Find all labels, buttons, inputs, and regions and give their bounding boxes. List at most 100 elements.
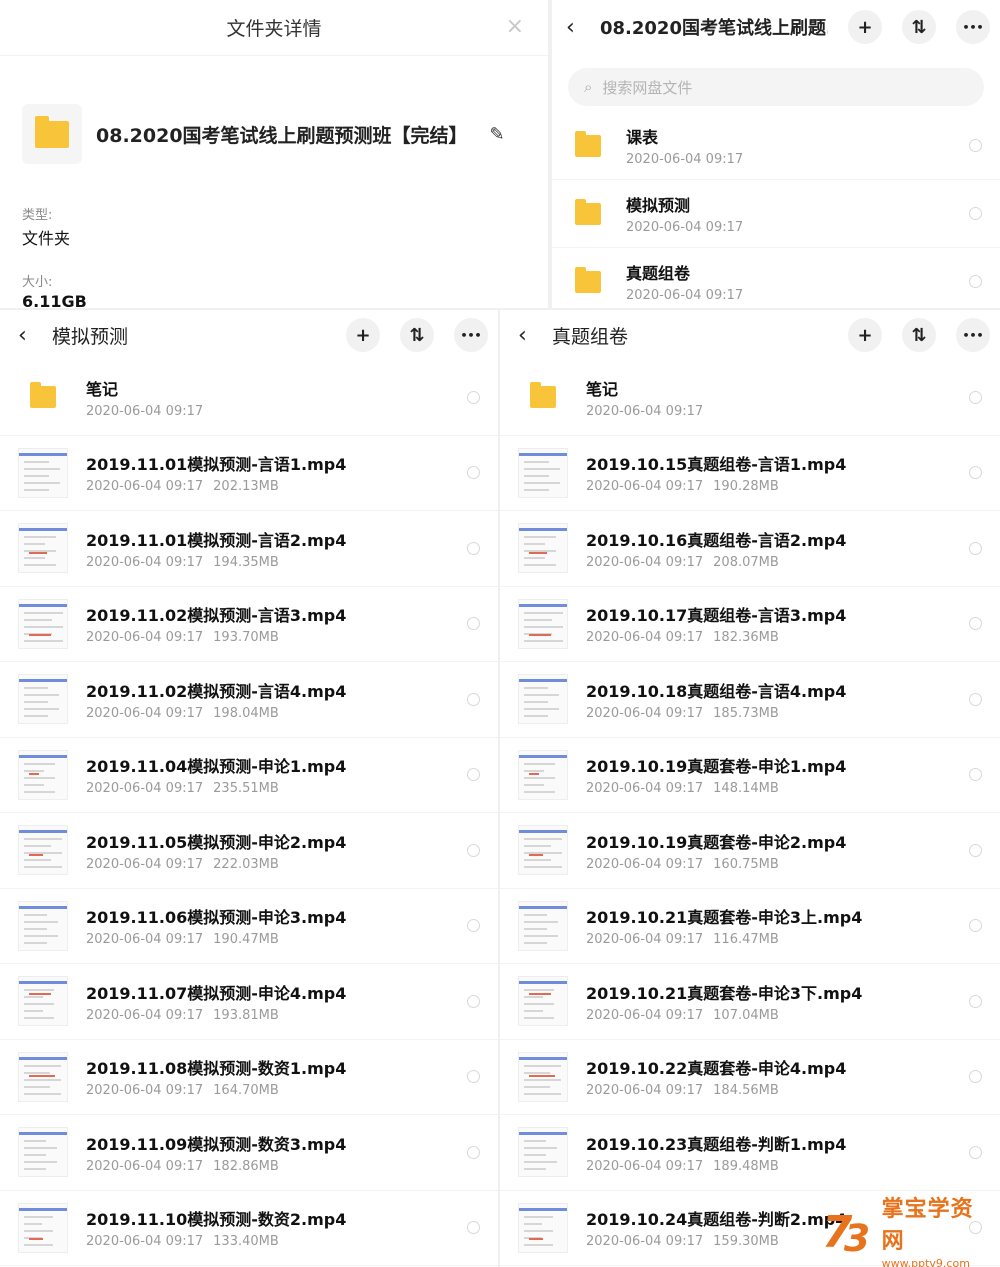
folder-row[interactable]: 模拟预测 2020-06-04 09:17 <box>552 180 1000 248</box>
folder-row[interactable]: 真题组卷 2020-06-04 09:17 <box>552 248 1000 308</box>
item-meta: 2020-06-04 09:17 193.81MB <box>86 1008 467 1023</box>
select-radio[interactable] <box>969 1070 982 1084</box>
folder-row[interactable]: 课表 2020-06-04 09:17 <box>552 112 1000 180</box>
edit-icon[interactable]: ✎ <box>490 124 505 145</box>
item-date: 2020-06-04 09:17 <box>586 479 704 495</box>
select-radio[interactable] <box>467 919 480 933</box>
item-date: 2020-06-04 09:17 <box>586 932 704 948</box>
select-radio[interactable] <box>969 843 982 857</box>
select-radio[interactable] <box>467 466 480 480</box>
select-radio[interactable] <box>969 994 982 1008</box>
item-name: 2019.11.02模拟预测-言语3.mp4 <box>86 606 347 626</box>
size-value: 6.11GB <box>22 292 87 308</box>
file-row[interactable]: 2019.11.04模拟预测-申论1.mp4 2020-06-04 09:17 23… <box>0 738 498 813</box>
sort-button[interactable]: ⇅ <box>902 318 936 352</box>
select-radio[interactable] <box>467 1070 480 1084</box>
item-date: 2020-06-04 09:17 <box>626 288 744 303</box>
file-row[interactable]: 2019.11.06模拟预测-申论3.mp4 2020-06-04 09:17 19… <box>0 889 498 964</box>
svg-text:3: 3 <box>844 1216 870 1259</box>
file-row[interactable]: 2019.10.21真题套卷-申论3下.mp4 2020-06-04 09:17 1… <box>500 964 1000 1040</box>
video-thumbnail <box>18 674 68 725</box>
select-radio[interactable] <box>969 1145 982 1159</box>
size-label: 大小: <box>22 275 53 290</box>
file-row[interactable]: 2019.10.19真题套卷-申论2.mp4 2020-06-04 09:17 16… <box>500 813 1000 889</box>
search-placeholder: 搜索网盘文件 <box>602 78 693 97</box>
folder-icon <box>568 262 608 302</box>
select-radio[interactable] <box>969 275 982 288</box>
file-row[interactable]: 2019.10.18真题组卷-言语4.mp4 2020-06-04 09:17 18… <box>500 662 1000 738</box>
real-exam-file-list: 笔记 2020-06-04 09:17 2019.10.15真题组卷-言语1.mp4… <box>500 360 1000 1266</box>
detail-folder-row: 08.2020国考笔试线上刷题预测班【完结】 ✎ <box>0 56 548 182</box>
file-row[interactable]: 2019.11.02模拟预测-言语3.mp4 2020-06-04 09:17 19… <box>0 587 498 662</box>
search-input[interactable]: ⌕ 搜索网盘文件 <box>568 68 984 106</box>
item-meta: 2020-06-04 09:17 190.28MB <box>586 479 969 494</box>
file-row[interactable]: 2019.11.01模拟预测-言语1.mp4 2020-06-04 09:17 20… <box>0 436 498 511</box>
file-row[interactable]: 2019.10.19真题套卷-申论1.mp4 2020-06-04 09:17 14… <box>500 738 1000 813</box>
select-radio[interactable] <box>467 390 480 404</box>
video-thumbnail <box>518 523 568 574</box>
panel-divider <box>498 310 500 1267</box>
more-button[interactable]: ••• <box>956 10 990 44</box>
add-button[interactable]: + <box>848 10 882 44</box>
select-radio[interactable] <box>969 139 982 152</box>
file-row[interactable]: 2019.10.16真题组卷-言语2.mp4 2020-06-04 09:17 20… <box>500 511 1000 587</box>
file-row[interactable]: 2019.11.10模拟预测-数资2.mp4 2020-06-04 09:17 13… <box>0 1191 498 1266</box>
video-thumbnail <box>518 976 568 1027</box>
select-radio[interactable] <box>969 207 982 220</box>
detail-header: 文件夹详情 × <box>0 0 548 56</box>
select-radio[interactable] <box>467 692 480 706</box>
sort-button[interactable]: ⇅ <box>400 318 434 352</box>
item-name: 2019.10.19真题套卷-申论1.mp4 <box>586 757 847 777</box>
file-row[interactable]: 2019.11.07模拟预测-申论4.mp4 2020-06-04 09:17 19… <box>0 964 498 1040</box>
video-thumbnail <box>18 1127 68 1178</box>
item-meta: 2020-06-04 09:17 107.04MB <box>586 1008 969 1023</box>
select-radio[interactable] <box>467 768 480 782</box>
select-radio[interactable] <box>467 1145 480 1159</box>
file-row[interactable]: 2019.11.08模拟预测-数资1.mp4 2020-06-04 09:17 16… <box>0 1040 498 1115</box>
back-icon[interactable]: ‹ <box>566 15 592 40</box>
select-radio[interactable] <box>969 390 982 404</box>
item-meta: 2020-06-04 09:17 208.07MB <box>586 555 969 570</box>
video-thumbnail <box>18 900 68 951</box>
select-radio[interactable] <box>467 1221 480 1235</box>
sort-button[interactable]: ⇅ <box>902 10 936 44</box>
file-row[interactable]: 2019.11.09模拟预测-数资3.mp4 2020-06-04 09:17 18… <box>0 1115 498 1191</box>
item-name: 2019.11.10模拟预测-数资2.mp4 <box>86 1210 347 1230</box>
folder-row[interactable]: 笔记 2020-06-04 09:17 <box>0 360 498 436</box>
back-icon[interactable]: ‹ <box>518 323 544 348</box>
select-radio[interactable] <box>467 994 480 1008</box>
item-date: 2020-06-04 09:17 <box>86 403 204 419</box>
panel-divider <box>548 0 552 308</box>
folder-icon <box>518 372 568 422</box>
file-row[interactable]: 2019.10.15真题组卷-言语1.mp4 2020-06-04 09:17 19… <box>500 436 1000 511</box>
item-meta: 2020-06-04 09:17 202.13MB <box>86 479 467 494</box>
item-size: 133.40MB <box>213 1234 279 1250</box>
select-radio[interactable] <box>467 541 480 555</box>
file-row[interactable]: 2019.10.21真题套卷-申论3上.mp4 2020-06-04 09:17 1… <box>500 889 1000 964</box>
file-row[interactable]: 2019.10.22真题套卷-申论4.mp4 2020-06-04 09:17 18… <box>500 1040 1000 1115</box>
add-button[interactable]: + <box>346 318 380 352</box>
mock-test-header: ‹ 模拟预测 + ⇅ ••• <box>0 310 498 360</box>
select-radio[interactable] <box>467 617 480 631</box>
more-button[interactable]: ••• <box>454 318 488 352</box>
select-radio[interactable] <box>467 843 480 857</box>
select-radio[interactable] <box>969 617 982 631</box>
select-radio[interactable] <box>969 919 982 933</box>
file-row[interactable]: 2019.10.17真题组卷-言语3.mp4 2020-06-04 09:17 18… <box>500 587 1000 662</box>
file-row[interactable]: 2019.11.05模拟预测-申论2.mp4 2020-06-04 09:17 22… <box>0 813 498 889</box>
select-radio[interactable] <box>969 768 982 782</box>
select-radio[interactable] <box>969 541 982 555</box>
back-icon[interactable]: ‹ <box>18 323 44 348</box>
folder-row[interactable]: 笔记 2020-06-04 09:17 <box>500 360 1000 436</box>
select-radio[interactable] <box>969 692 982 706</box>
item-date: 2020-06-04 09:17 <box>86 1007 204 1023</box>
close-icon[interactable]: × <box>506 14 524 39</box>
file-row[interactable]: 2019.11.02模拟预测-言语4.mp4 2020-06-04 09:17 19… <box>0 662 498 738</box>
file-row[interactable]: 2019.11.01模拟预测-言语2.mp4 2020-06-04 09:17 19… <box>0 511 498 587</box>
real-exam-title: 真题组卷 <box>552 325 629 348</box>
add-button[interactable]: + <box>848 318 882 352</box>
more-button[interactable]: ••• <box>956 318 990 352</box>
file-row[interactable]: 2019.10.23真题组卷-判断1.mp4 2020-06-04 09:17 18… <box>500 1115 1000 1191</box>
select-radio[interactable] <box>969 466 982 480</box>
item-date: 2020-06-04 09:17 <box>626 220 744 235</box>
